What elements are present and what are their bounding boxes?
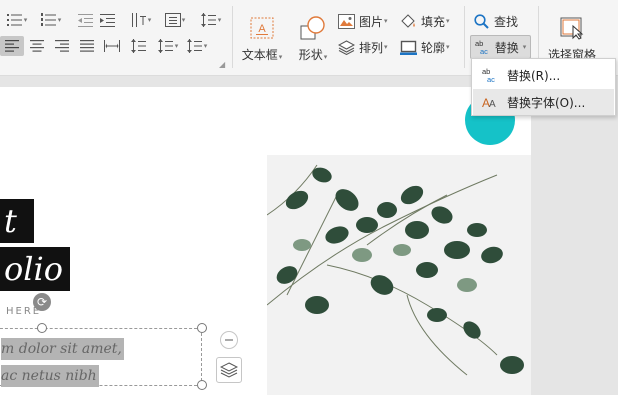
decrease-indent-icon	[77, 14, 93, 27]
menu-item-label: 替换字体(O)...	[507, 95, 586, 110]
distribute-icon	[104, 40, 120, 52]
svg-text:ac: ac	[480, 47, 488, 55]
align-center-button[interactable]	[26, 36, 48, 56]
fill-button[interactable]: 填充 ▾	[400, 11, 450, 31]
collapse-float-button[interactable]	[220, 331, 238, 349]
resize-handle[interactable]	[197, 323, 207, 333]
numbered-list-button[interactable]: ▾	[36, 10, 66, 30]
textbox-label: 文本框	[241, 47, 278, 62]
align-text-button[interactable]: ▾	[160, 10, 190, 30]
paragraph-dialog-launcher-icon[interactable]: ◢	[219, 60, 225, 69]
align-left-button[interactable]	[0, 36, 24, 56]
text-direction-icon	[131, 13, 146, 27]
align-center-icon	[30, 40, 44, 52]
picture-label: 图片	[359, 14, 384, 29]
body-text-line-2[interactable]: ac netus nibh	[1, 365, 99, 387]
replace-text-icon: ab ac	[481, 67, 499, 83]
svg-text:A: A	[489, 99, 496, 110]
align-text-icon	[164, 13, 181, 27]
paragraph-spacing-button[interactable]	[128, 36, 150, 56]
outline-icon	[400, 40, 417, 55]
arrange-button[interactable]: 排列 ▾	[338, 37, 388, 57]
minus-icon	[225, 339, 233, 341]
search-icon	[474, 13, 489, 29]
fill-icon	[401, 13, 415, 28]
selection-pane-icon	[560, 17, 584, 40]
line-spacing-icon	[200, 13, 216, 27]
rotate-handle-icon[interactable]: ⟳	[33, 293, 51, 311]
replace-button[interactable]: ab ac 替换 ▾	[470, 35, 531, 59]
find-button[interactable]: 查找	[474, 11, 518, 31]
picture-icon	[338, 13, 355, 29]
group-separator	[464, 6, 465, 68]
indent-spacing-icon	[157, 39, 173, 53]
textbox-button[interactable]: A 文本框▾	[242, 8, 282, 70]
replace-icon: abac	[475, 39, 488, 55]
decrease-indent-button[interactable]	[74, 10, 96, 30]
fill-label: 填充	[421, 14, 446, 29]
find-label: 查找	[494, 14, 519, 29]
justify-button[interactable]	[76, 36, 98, 56]
arrange-label: 排列	[359, 40, 384, 55]
svg-text:ac: ac	[487, 75, 495, 83]
indent-spacing-button[interactable]: ▾	[154, 36, 182, 56]
align-right-icon	[55, 40, 69, 52]
slide-title-line-2[interactable]: olio	[0, 247, 70, 291]
align-right-button[interactable]	[51, 36, 73, 56]
column-spacing-button[interactable]: ▾	[182, 36, 212, 56]
distribute-button[interactable]	[101, 36, 123, 56]
column-spacing-icon	[186, 39, 202, 53]
group-separator	[232, 6, 233, 68]
menu-item-replace[interactable]: ab ac 替换(R)...	[473, 62, 614, 88]
picture-button[interactable]: 图片 ▾	[338, 11, 388, 31]
arrange-icon	[338, 39, 355, 55]
increase-indent-icon	[99, 14, 115, 27]
outline-label: 轮廓	[421, 40, 446, 55]
line-spacing-button[interactable]: ▾	[196, 10, 226, 30]
replace-font-icon: AA	[481, 94, 499, 110]
shapes-label: 形状	[298, 47, 323, 62]
svg-text:A: A	[258, 23, 266, 35]
justify-icon	[80, 40, 94, 52]
slide-canvas[interactable]: t olio HERE ⟳ m dolor sit amet, ac netus…	[0, 87, 531, 395]
layers-icon	[220, 362, 238, 378]
body-text-line-1[interactable]: m dolor sit amet,	[1, 338, 124, 360]
increase-indent-button[interactable]	[96, 10, 118, 30]
menu-item-replace-font[interactable]: AA 替换字体(O)...	[473, 89, 614, 115]
shapes-icon	[300, 15, 325, 39]
menu-item-label: 替换(R)...	[507, 68, 561, 83]
textbox-icon: A	[250, 17, 274, 38]
resize-handle[interactable]	[197, 380, 207, 390]
bullet-list-icon	[6, 14, 22, 26]
bullet-list-button[interactable]: ▾	[2, 10, 32, 30]
align-left-icon	[5, 40, 19, 52]
outline-button[interactable]: 轮廓 ▾	[400, 37, 450, 57]
paragraph-spacing-icon	[131, 39, 146, 53]
slide-title-line-1[interactable]: t	[0, 199, 34, 243]
text-direction-button[interactable]: ▾	[126, 10, 156, 30]
eucalyptus-branch-image	[267, 164, 524, 376]
shapes-button[interactable]: 形状▾	[295, 8, 331, 70]
replace-dropdown-menu: ab ac 替换(R)... AA 替换字体(O)...	[471, 58, 616, 116]
layers-float-button[interactable]	[216, 357, 242, 383]
resize-handle[interactable]	[37, 323, 47, 333]
eucalyptus-photo[interactable]	[267, 155, 531, 395]
replace-label: 替换	[494, 40, 519, 55]
selected-text-box[interactable]: m dolor sit amet, ac netus nibh	[0, 328, 202, 387]
numbered-list-icon	[40, 13, 56, 26]
